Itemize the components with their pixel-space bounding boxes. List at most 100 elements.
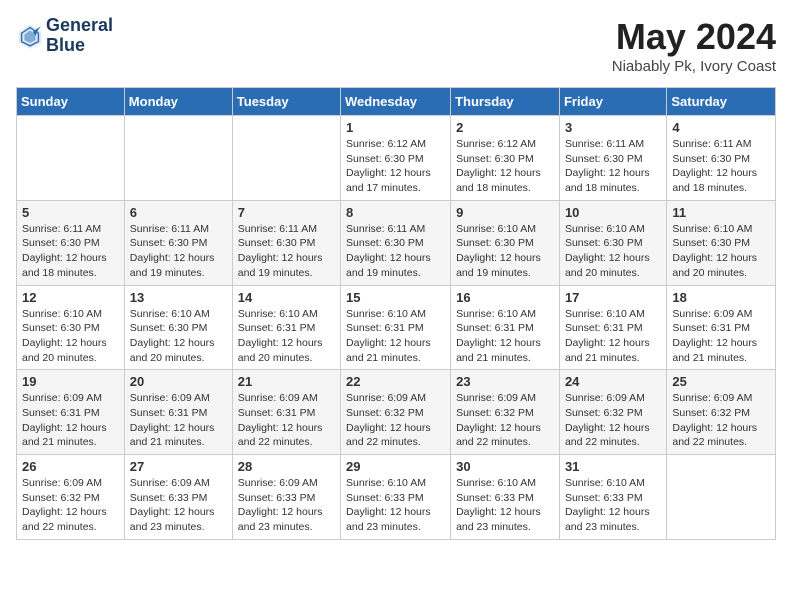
day-info: Sunrise: 6:09 AM Sunset: 6:32 PM Dayligh… [565,391,661,450]
calendar-cell: 24Sunrise: 6:09 AM Sunset: 6:32 PM Dayli… [559,370,666,455]
day-info: Sunrise: 6:10 AM Sunset: 6:30 PM Dayligh… [22,307,119,366]
day-number: 10 [565,205,661,220]
page-header: General Blue May 2024 Niabably Pk, Ivory… [16,16,776,75]
day-info: Sunrise: 6:09 AM Sunset: 6:31 PM Dayligh… [130,391,227,450]
weekday-header: Wednesday [341,88,451,116]
day-number: 28 [238,459,335,474]
calendar-cell: 26 Sunrise: 6:09 AM Sunset: 6:32 PM Dayli… [17,455,125,540]
day-info: Sunrise: 6:11 AM Sunset: 6:30 PM Dayligh… [22,222,119,281]
day-number: 12 [22,290,119,305]
day-info: Sunrise: 6:09 AM Sunset: 6:31 PM Dayligh… [238,391,335,450]
weekday-header: Thursday [451,88,560,116]
calendar-cell: 2 Sunrise: 6:12 AM Sunset: 6:30 PM Daylig… [451,116,560,201]
day-number: 16 [456,290,554,305]
day-info: Sunrise: 6:11 AM Sunset: 6:30 PM Dayligh… [672,137,770,196]
calendar-cell [17,116,125,201]
day-info: Sunrise: 6:09 AM Sunset: 6:33 PM Dayligh… [130,476,227,535]
day-info: Sunrise: 6:10 AM Sunset: 6:31 PM Dayligh… [346,307,445,366]
day-number: 9 [456,205,554,220]
calendar-cell: 28 Sunrise: 6:09 AM Sunset: 6:33 PM Dayli… [232,455,340,540]
day-number: 26 [22,459,119,474]
calendar-week-row: 19 Sunrise: 6:09 AM Sunset: 6:31 PM Dayli… [17,370,776,455]
calendar-week-row: 12 Sunrise: 6:10 AM Sunset: 6:30 PM Dayli… [17,285,776,370]
calendar-cell: 14 Sunrise: 6:10 AM Sunset: 6:31 PM Dayli… [232,285,340,370]
calendar-cell: 27 Sunrise: 6:09 AM Sunset: 6:33 PM Dayli… [124,455,232,540]
day-number: 4 [672,120,770,135]
calendar-cell: 5 Sunrise: 6:11 AM Sunset: 6:30 PM Daylig… [17,200,125,285]
day-number: 3 [565,120,661,135]
day-number: 7 [238,205,335,220]
calendar-cell: 16Sunrise: 6:10 AM Sunset: 6:31 PM Dayli… [451,285,560,370]
day-info: Sunrise: 6:09 AM Sunset: 6:33 PM Dayligh… [238,476,335,535]
day-number: 22 [346,374,445,389]
day-info: Sunrise: 6:10 AM Sunset: 6:30 PM Dayligh… [672,222,770,281]
month-title: May 2024 [612,16,776,58]
calendar-cell: 29 Sunrise: 6:10 AM Sunset: 6:33 PM Dayli… [341,455,451,540]
day-number: 27 [130,459,227,474]
calendar-cell [667,455,776,540]
day-info: Sunrise: 6:09 AM Sunset: 6:32 PM Dayligh… [456,391,554,450]
calendar: SundayMondayTuesdayWednesdayThursdayFrid… [16,87,776,540]
calendar-cell: 9 Sunrise: 6:10 AM Sunset: 6:30 PM Daylig… [451,200,560,285]
day-info: Sunrise: 6:09 AM Sunset: 6:31 PM Dayligh… [22,391,119,450]
day-number: 31 [565,459,661,474]
day-number: 5 [22,205,119,220]
day-number: 29 [346,459,445,474]
day-info: Sunrise: 6:11 AM Sunset: 6:30 PM Dayligh… [130,222,227,281]
day-number: 21 [238,374,335,389]
calendar-cell: 25Sunrise: 6:09 AM Sunset: 6:32 PM Dayli… [667,370,776,455]
day-info: Sunrise: 6:10 AM Sunset: 6:33 PM Dayligh… [565,476,661,535]
day-number: 25 [672,374,770,389]
logo-text: General Blue [46,16,113,56]
day-info: Sunrise: 6:10 AM Sunset: 6:33 PM Dayligh… [456,476,554,535]
calendar-cell: 17 Sunrise: 6:10 AM Sunset: 6:31 PM Dayli… [559,285,666,370]
day-info: Sunrise: 6:09 AM Sunset: 6:32 PM Dayligh… [22,476,119,535]
day-number: 17 [565,290,661,305]
day-number: 13 [130,290,227,305]
calendar-cell: 30 Sunrise: 6:10 AM Sunset: 6:33 PM Dayli… [451,455,560,540]
calendar-week-row: 1Sunrise: 6:12 AM Sunset: 6:30 PM Daylig… [17,116,776,201]
calendar-cell: 8Sunrise: 6:11 AM Sunset: 6:30 PM Daylig… [341,200,451,285]
day-info: Sunrise: 6:10 AM Sunset: 6:30 PM Dayligh… [130,307,227,366]
calendar-cell: 13 Sunrise: 6:10 AM Sunset: 6:30 PM Dayli… [124,285,232,370]
calendar-cell: 6 Sunrise: 6:11 AM Sunset: 6:30 PM Daylig… [124,200,232,285]
day-number: 15 [346,290,445,305]
calendar-week-row: 5 Sunrise: 6:11 AM Sunset: 6:30 PM Daylig… [17,200,776,285]
weekday-header: Saturday [667,88,776,116]
day-number: 14 [238,290,335,305]
day-number: 11 [672,205,770,220]
day-number: 6 [130,205,227,220]
day-number: 23 [456,374,554,389]
logo-icon [16,22,44,50]
day-number: 8 [346,205,445,220]
weekday-header: Friday [559,88,666,116]
day-info: Sunrise: 6:10 AM Sunset: 6:31 PM Dayligh… [238,307,335,366]
day-number: 30 [456,459,554,474]
day-info: Sunrise: 6:11 AM Sunset: 6:30 PM Dayligh… [565,137,661,196]
calendar-cell [232,116,340,201]
day-number: 18 [672,290,770,305]
day-number: 19 [22,374,119,389]
calendar-cell: 1Sunrise: 6:12 AM Sunset: 6:30 PM Daylig… [341,116,451,201]
day-info: Sunrise: 6:10 AM Sunset: 6:33 PM Dayligh… [346,476,445,535]
calendar-cell: 4 Sunrise: 6:11 AM Sunset: 6:30 PM Daylig… [667,116,776,201]
calendar-cell: 7Sunrise: 6:11 AM Sunset: 6:30 PM Daylig… [232,200,340,285]
day-info: Sunrise: 6:10 AM Sunset: 6:30 PM Dayligh… [456,222,554,281]
day-info: Sunrise: 6:09 AM Sunset: 6:32 PM Dayligh… [346,391,445,450]
location: Niabably Pk, Ivory Coast [612,58,776,75]
calendar-cell: 18Sunrise: 6:09 AM Sunset: 6:31 PM Dayli… [667,285,776,370]
title-block: May 2024 Niabably Pk, Ivory Coast [612,16,776,75]
calendar-cell: 31 Sunrise: 6:10 AM Sunset: 6:33 PM Dayli… [559,455,666,540]
calendar-cell: 20Sunrise: 6:09 AM Sunset: 6:31 PM Dayli… [124,370,232,455]
day-number: 2 [456,120,554,135]
day-info: Sunrise: 6:10 AM Sunset: 6:31 PM Dayligh… [565,307,661,366]
calendar-cell: 19 Sunrise: 6:09 AM Sunset: 6:31 PM Dayli… [17,370,125,455]
calendar-cell: 23 Sunrise: 6:09 AM Sunset: 6:32 PM Dayli… [451,370,560,455]
calendar-cell: 11 Sunrise: 6:10 AM Sunset: 6:30 PM Dayli… [667,200,776,285]
day-info: Sunrise: 6:10 AM Sunset: 6:30 PM Dayligh… [565,222,661,281]
weekday-header: Sunday [17,88,125,116]
calendar-week-row: 26 Sunrise: 6:09 AM Sunset: 6:32 PM Dayli… [17,455,776,540]
day-info: Sunrise: 6:12 AM Sunset: 6:30 PM Dayligh… [456,137,554,196]
day-info: Sunrise: 6:12 AM Sunset: 6:30 PM Dayligh… [346,137,445,196]
logo: General Blue [16,16,113,56]
